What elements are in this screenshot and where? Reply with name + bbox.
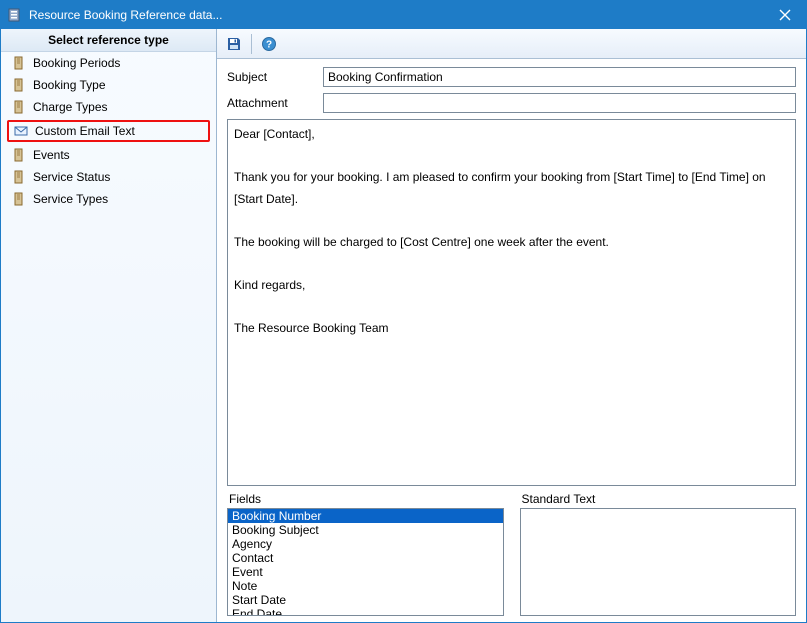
svg-text:?: ? <box>266 39 272 50</box>
toolbar-divider <box>251 34 252 54</box>
subject-row: Subject <box>227 67 796 87</box>
sidebar-item-booking-type[interactable]: Booking Type <box>1 74 216 96</box>
sidebar-item-custom-email-text[interactable]: Custom Email Text <box>7 120 210 142</box>
attachment-label: Attachment <box>227 96 317 110</box>
list-item[interactable]: Contact <box>228 551 503 565</box>
sidebar-header: Select reference type <box>1 29 216 52</box>
standard-text-panel-title: Standard Text <box>520 492 797 506</box>
toolbar: ? <box>217 29 806 59</box>
sidebar-item-label: Charge Types <box>33 100 108 114</box>
sidebar-item-label: Service Status <box>33 170 110 184</box>
reference-icon <box>11 191 27 207</box>
standard-text-listbox[interactable] <box>520 508 797 616</box>
reference-icon <box>11 77 27 93</box>
sidebar: Select reference type Booking Periods Bo… <box>1 29 217 622</box>
titlebar: Resource Booking Reference data... <box>1 1 806 29</box>
reference-icon <box>11 169 27 185</box>
reference-icon <box>11 99 27 115</box>
content-area: ? Subject Attachment Dear [Contact], Tha… <box>217 29 806 622</box>
fields-listbox[interactable]: Booking NumberBooking SubjectAgencyConta… <box>227 508 504 616</box>
sidebar-item-service-status[interactable]: Service Status <box>1 166 216 188</box>
email-icon <box>13 123 29 139</box>
close-button[interactable] <box>764 1 806 29</box>
list-item[interactable]: Event <box>228 565 503 579</box>
window-body: Select reference type Booking Periods Bo… <box>1 29 806 622</box>
sidebar-item-label: Events <box>33 148 70 162</box>
subject-input[interactable] <box>323 67 796 87</box>
attachment-input[interactable] <box>323 93 796 113</box>
app-icon <box>7 7 23 23</box>
reference-icon <box>11 147 27 163</box>
sidebar-item-label: Custom Email Text <box>35 124 135 138</box>
fields-panel-title: Fields <box>227 492 504 506</box>
sidebar-item-label: Booking Periods <box>33 56 120 70</box>
bottom-panels: Fields Booking NumberBooking SubjectAgen… <box>227 492 796 616</box>
help-button[interactable]: ? <box>258 33 280 55</box>
list-item[interactable]: Booking Subject <box>228 523 503 537</box>
sidebar-item-label: Booking Type <box>33 78 106 92</box>
window-title: Resource Booking Reference data... <box>29 8 764 22</box>
standard-text-panel: Standard Text <box>520 492 797 616</box>
list-item[interactable]: Booking Number <box>228 509 503 523</box>
fields-panel: Fields Booking NumberBooking SubjectAgen… <box>227 492 504 616</box>
sidebar-item-label: Service Types <box>33 192 108 206</box>
save-button[interactable] <box>223 33 245 55</box>
list-item[interactable]: Agency <box>228 537 503 551</box>
attachment-row: Attachment <box>227 93 796 113</box>
email-body-editor[interactable]: Dear [Contact], Thank you for your booki… <box>227 119 796 486</box>
list-item[interactable]: Note <box>228 579 503 593</box>
sidebar-item-service-types[interactable]: Service Types <box>1 188 216 210</box>
subject-label: Subject <box>227 70 317 84</box>
sidebar-item-events[interactable]: Events <box>1 144 216 166</box>
list-item[interactable]: End Date <box>228 607 503 616</box>
reference-icon <box>11 55 27 71</box>
form-area: Subject Attachment Dear [Contact], Thank… <box>217 59 806 622</box>
app-window: Resource Booking Reference data... Selec… <box>0 0 807 623</box>
sidebar-item-booking-periods[interactable]: Booking Periods <box>1 52 216 74</box>
sidebar-item-charge-types[interactable]: Charge Types <box>1 96 216 118</box>
list-item[interactable]: Start Date <box>228 593 503 607</box>
